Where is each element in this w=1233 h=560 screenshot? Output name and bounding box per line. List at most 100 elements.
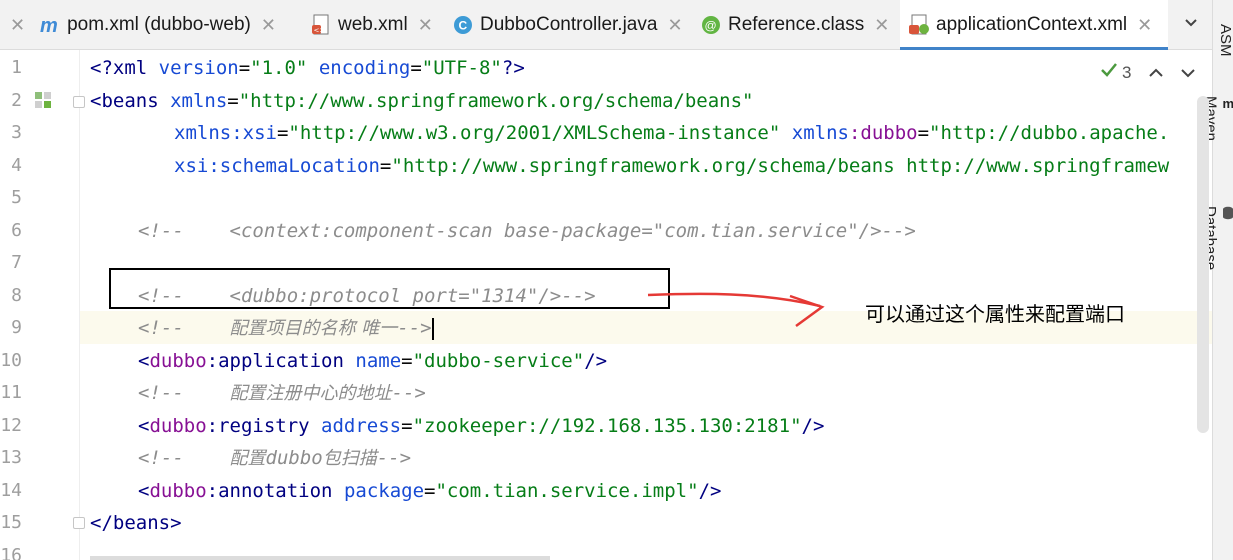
attr-value: "dubbo-service" <box>412 350 585 372</box>
code-line-15[interactable]: </beans> <box>90 507 182 539</box>
svg-text:m: m <box>40 15 58 35</box>
close-icon[interactable]: ✕ <box>418 15 433 36</box>
svg-text:@: @ <box>705 19 717 33</box>
tag-bracket: < <box>138 480 150 502</box>
close-icon[interactable]: ✕ <box>261 15 276 36</box>
right-tool-strip: ASM m Maven Database <box>1202 0 1233 560</box>
close-icon[interactable]: ✕ <box>874 15 889 36</box>
code-line-14[interactable]: <dubbo:annotation package="com.tian.serv… <box>138 475 721 507</box>
tab-pom-xml[interactable]: ✕ m pom.xml (dubbo-web) ✕ <box>10 0 276 50</box>
xml-decl-close: ?> <box>501 57 525 79</box>
tag-namespace: dubbo <box>149 480 207 502</box>
code-line-4[interactable]: xsi:schemaLocation="http://www.springfra… <box>174 150 1169 182</box>
code-line-3[interactable]: xmlns:xsi="http://www.w3.org/2001/XMLSch… <box>174 117 1169 149</box>
line-number: 4 <box>11 155 22 176</box>
close-icon[interactable]: ✕ <box>10 15 25 36</box>
fold-marker-icon[interactable] <box>73 96 85 108</box>
tool-window-asm[interactable]: ASM <box>1213 24 1233 57</box>
eq: = <box>401 415 413 437</box>
tool-window-maven[interactable]: m Maven <box>1202 96 1233 141</box>
attr-value: "zookeeper://192.168.135.130:2181" <box>412 415 802 437</box>
line-number: 1 <box>11 57 22 78</box>
comment-text: 配置项目的名称 唯一 <box>229 318 398 339</box>
tag-namespace: dubbo <box>149 415 207 437</box>
maven-icon: m <box>1222 96 1233 111</box>
comment-text: 配置注册中心的地址 <box>229 383 392 404</box>
database-icon <box>1222 206 1233 223</box>
maven-icon: m <box>39 14 61 36</box>
tag-close: /> <box>584 350 608 372</box>
chevron-down-icon[interactable] <box>1180 14 1202 36</box>
tab-label: DubboController.java <box>480 14 658 35</box>
line-number: 13 <box>0 447 22 468</box>
tab-web-xml[interactable]: <> web.xml ✕ <box>310 0 433 50</box>
code-line-11[interactable]: <!-- 配置注册中心的地址--> <box>138 377 426 409</box>
close-icon[interactable]: ✕ <box>667 15 682 36</box>
close-icon[interactable]: ✕ <box>1137 15 1152 36</box>
fold-marker-icon[interactable] <box>73 517 85 529</box>
attr-value: "http://dubbo.apache. <box>929 122 1170 144</box>
attr-name: name <box>355 350 402 372</box>
tab-label: web.xml <box>338 14 408 35</box>
line-number: 7 <box>11 252 22 273</box>
comment-open: <!-- <box>138 447 230 469</box>
line-number: 10 <box>0 350 22 371</box>
eq: = <box>424 480 436 502</box>
line-number: 3 <box>11 122 22 143</box>
tag-close: /> <box>801 415 825 437</box>
editor-tab-bar: ✕ m pom.xml (dubbo-web) ✕ <> web.xml ✕ C… <box>0 0 1212 50</box>
tab-label: pom.xml (dubbo-web) <box>67 14 251 35</box>
annotation-class-icon: @ <box>700 14 722 36</box>
comment-text: 配置 <box>229 448 266 469</box>
horizontal-scrollbar[interactable] <box>90 556 550 560</box>
chevron-down-icon[interactable] <box>1181 63 1196 83</box>
xml-file-icon <box>908 14 930 36</box>
code-line-9[interactable]: <!-- 配置项目的名称 唯一--> <box>138 312 434 344</box>
attr-value: "http://www.springframework.org/schema/b… <box>238 90 754 112</box>
inspection-widget[interactable]: 3 <box>1100 62 1196 83</box>
tool-window-label: ASM <box>1217 24 1233 57</box>
code-line-2[interactable]: <beans xmlns="http://www.springframework… <box>90 85 754 117</box>
comment-open: <!-- <box>138 317 230 339</box>
xml-file-icon: <> <box>310 14 332 36</box>
eq: = <box>238 57 251 79</box>
vertical-scrollbar[interactable] <box>1197 96 1209 433</box>
attr-value: "com.tian.service.impl" <box>435 480 699 502</box>
tab-dubbo-controller[interactable]: C DubboController.java ✕ <box>452 0 683 50</box>
tool-window-database[interactable]: Database <box>1202 206 1233 270</box>
eq: = <box>276 122 289 144</box>
tab-label: Reference.class <box>728 14 865 35</box>
attr-value: "http://www.springframework.org/schema/b… <box>391 155 1170 177</box>
eq: = <box>379 155 392 177</box>
java-class-icon: C <box>452 14 474 36</box>
line-number: 16 <box>0 545 22 560</box>
eq: = <box>410 57 422 79</box>
code-line-1[interactable]: <?xml version="1.0" encoding="UTF-8"?> <box>90 52 525 84</box>
tab-reference-class[interactable]: @ Reference.class ✕ <box>700 0 889 50</box>
code-line-13[interactable]: <!-- 配置dubbo包扫描--> <box>138 442 411 474</box>
code-line-10[interactable]: <dubbo:application name="dubbo-service"/… <box>138 345 607 377</box>
line-number: 14 <box>0 480 22 501</box>
spring-bean-icon[interactable] <box>34 91 52 113</box>
chevron-up-icon[interactable] <box>1149 63 1164 83</box>
annotation-text: 可以通过这个属性来配置端口 <box>865 302 1125 326</box>
text-caret <box>431 317 434 340</box>
xml-decl-open: <?xml <box>90 57 159 79</box>
comment-close: --> <box>376 447 412 469</box>
line-number: 12 <box>0 415 22 436</box>
tag-bracket: < <box>138 350 150 372</box>
attr-name: version <box>158 57 239 79</box>
checkmark-icon <box>1100 62 1118 83</box>
code-line-12[interactable]: <dubbo:registry address="zookeeper://192… <box>138 410 824 442</box>
attr-name: :schemaLocation <box>208 155 380 177</box>
eq: = <box>227 90 239 112</box>
attr-name: package <box>343 480 425 502</box>
tab-application-context[interactable]: applicationContext.xml ✕ <box>900 0 1168 50</box>
tag-name: :application <box>206 350 356 372</box>
code-line-6[interactable]: <!-- <context:component-scan base-packag… <box>138 215 916 247</box>
tab-label: applicationContext.xml <box>936 14 1128 35</box>
tag-close: /> <box>698 480 722 502</box>
svg-text:<>: <> <box>314 27 326 35</box>
attr-name: address <box>321 415 402 437</box>
tag-name: :annotation <box>206 480 344 502</box>
